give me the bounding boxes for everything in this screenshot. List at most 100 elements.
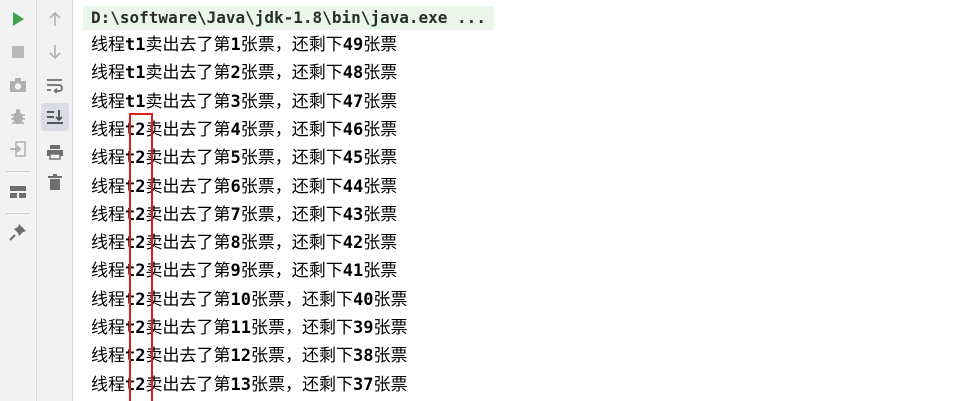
line-text: 张票，还剩下	[240, 91, 343, 112]
scroll-up-button[interactable]	[41, 5, 69, 33]
line-text: 卖出去了第	[145, 119, 231, 140]
remaining-count: 45	[342, 148, 364, 169]
soft-wrap-button[interactable]	[41, 71, 69, 99]
line-text: 张票，还剩下	[240, 35, 343, 55]
line-prefix: 线程	[91, 233, 125, 254]
line-prefix: 线程	[91, 318, 125, 338]
sold-count: 1	[230, 35, 241, 55]
line-prefix: 线程	[91, 289, 125, 310]
line-text: 卖出去了第	[145, 63, 231, 84]
sold-count: 8	[230, 233, 241, 254]
sold-count: 5	[230, 148, 241, 169]
remaining-count: 44	[342, 176, 364, 197]
pin-icon	[9, 224, 26, 241]
line-suffix: 张票	[363, 119, 398, 140]
remaining-count: 43	[342, 204, 364, 225]
line-text: 张票，还剩下	[250, 289, 353, 310]
sold-count: 10	[230, 289, 251, 310]
toolbar-separator	[6, 213, 30, 214]
line-suffix: 张票	[373, 318, 408, 338]
scroll-to-end-button[interactable]	[41, 103, 69, 131]
line-text: 张票，还剩下	[240, 233, 343, 254]
remaining-count: 46	[342, 119, 364, 140]
line-text: 张票，还剩下	[240, 261, 343, 282]
remaining-count: 47	[342, 91, 364, 112]
console-toolbar	[37, 0, 73, 401]
line-text: 卖出去了第	[145, 204, 231, 225]
arrow-down-icon	[49, 45, 61, 60]
clear-all-button[interactable]	[41, 168, 69, 196]
print-icon	[47, 145, 63, 160]
line-text: 卖出去了第	[145, 91, 231, 112]
stop-button[interactable]	[4, 38, 32, 66]
thread-name: t1	[125, 35, 146, 55]
command-line: D:\software\Java\jdk-1.8\bin\java.exe ..…	[83, 6, 494, 30]
exit-button[interactable]	[4, 135, 32, 163]
console-output[interactable]: D:\software\Java\jdk-1.8\bin\java.exe ..…	[73, 0, 975, 401]
sold-count: 2	[230, 63, 241, 84]
output-line: 线程t1卖出去了第3张票，还剩下47张票	[91, 88, 397, 116]
line-text: 张票，还剩下	[240, 204, 343, 225]
line-text: 张票，还剩下	[240, 148, 343, 169]
line-text: 卖出去了第	[145, 35, 231, 55]
line-text: 卖出去了第	[145, 289, 231, 310]
line-suffix: 张票	[363, 63, 398, 84]
line-prefix: 线程	[91, 119, 125, 140]
debug-button[interactable]	[4, 103, 32, 131]
line-prefix: 线程	[91, 346, 125, 367]
line-suffix: 张票	[363, 261, 398, 282]
remaining-count: 42	[342, 233, 364, 254]
remaining-count: 49	[342, 35, 364, 55]
line-prefix: 线程	[91, 91, 125, 112]
dump-threads-button[interactable]	[4, 71, 32, 99]
pin-button[interactable]	[4, 218, 32, 246]
highlight-box	[129, 113, 153, 401]
run-console-window: D:\software\Java\jdk-1.8\bin\java.exe ..…	[0, 0, 975, 401]
stop-icon	[12, 46, 24, 58]
sold-count: 12	[230, 346, 251, 367]
sold-count: 7	[230, 204, 241, 225]
line-suffix: 张票	[373, 346, 408, 367]
run-toolbar	[0, 0, 37, 401]
line-prefix: 线程	[91, 148, 125, 169]
line-text: 卖出去了第	[145, 261, 231, 282]
line-text: 卖出去了第	[145, 233, 231, 254]
scroll-down-button[interactable]	[41, 38, 69, 66]
remaining-count: 39	[352, 318, 374, 338]
camera-icon	[10, 78, 26, 92]
line-text: 张票，还剩下	[250, 374, 353, 395]
sold-count: 11	[230, 318, 251, 338]
line-text: 卖出去了第	[145, 374, 231, 395]
line-text: 卖出去了第	[145, 176, 231, 197]
layout-icon	[10, 186, 26, 198]
line-prefix: 线程	[91, 374, 125, 395]
line-suffix: 张票	[363, 233, 398, 254]
line-text: 张票，还剩下	[250, 346, 353, 367]
line-text: 张票，还剩下	[240, 119, 343, 140]
output-line: 线程t1卖出去了第1张票，还剩下49张票	[91, 31, 397, 59]
remaining-count: 48	[342, 63, 364, 84]
line-prefix: 线程	[91, 261, 125, 282]
remaining-count: 38	[352, 346, 374, 367]
exit-icon	[10, 141, 26, 157]
thread-name: t1	[125, 91, 146, 112]
run-button[interactable]	[4, 5, 32, 33]
line-suffix: 张票	[363, 91, 398, 112]
line-text: 卖出去了第	[145, 318, 231, 338]
line-suffix: 张票	[373, 374, 408, 395]
toolbar-separator	[6, 171, 30, 172]
line-text: 张票，还剩下	[240, 176, 343, 197]
line-suffix: 张票	[373, 289, 408, 310]
print-button[interactable]	[41, 138, 69, 166]
output-line: 线程t1卖出去了第2张票，还剩下48张票	[91, 59, 397, 87]
scroll-to-end-icon	[47, 110, 63, 124]
line-prefix: 线程	[91, 204, 125, 225]
run-icon	[13, 12, 24, 26]
line-text: 卖出去了第	[145, 346, 231, 367]
line-prefix: 线程	[91, 63, 125, 84]
sold-count: 6	[230, 176, 241, 197]
layout-button[interactable]	[4, 178, 32, 206]
line-suffix: 张票	[363, 176, 398, 197]
sold-count: 9	[230, 261, 241, 282]
line-suffix: 张票	[363, 35, 398, 55]
